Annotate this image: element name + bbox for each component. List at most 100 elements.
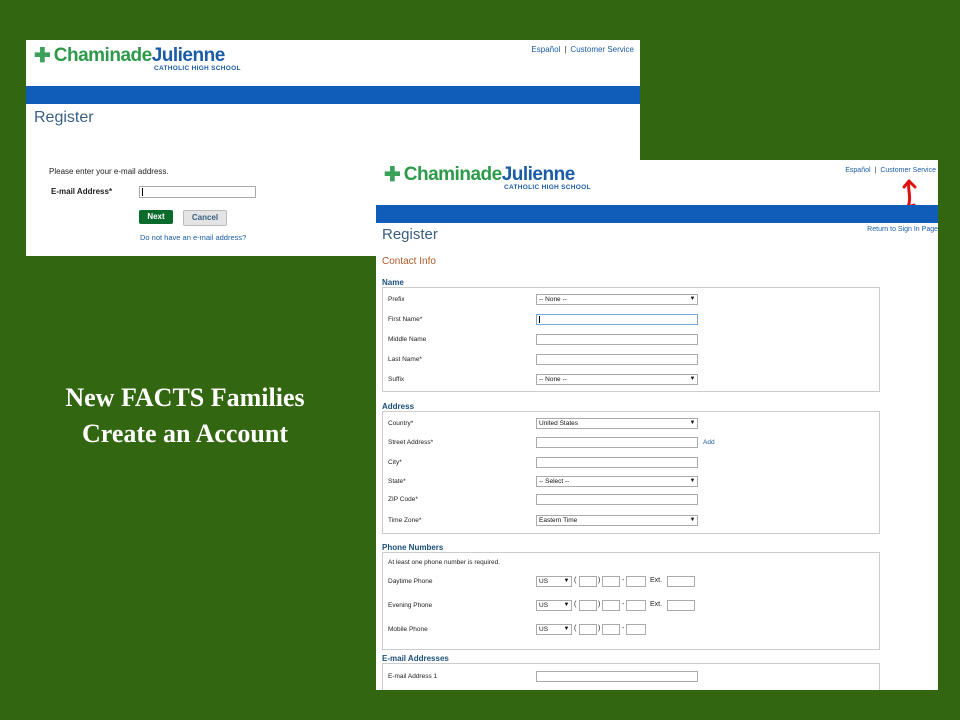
next-button[interactable]: Next xyxy=(139,210,173,224)
mobile-country-value: US xyxy=(539,626,549,633)
city-label: City* xyxy=(388,459,402,466)
country-label: Country* xyxy=(388,420,414,427)
daytime-ext-input[interactable] xyxy=(667,576,695,587)
page-title: Register xyxy=(34,109,94,126)
suffix-select[interactable]: -- None -- ▼ xyxy=(536,374,698,385)
email-input[interactable] xyxy=(139,186,256,198)
first-name-input[interactable] xyxy=(536,314,698,325)
caption-line-1: New FACTS Families xyxy=(65,383,305,412)
email-section-heading: E-mail Addresses xyxy=(382,654,449,663)
contact-info-heading: Contact Info xyxy=(382,256,436,267)
street-address-input[interactable] xyxy=(536,437,698,448)
email-address-1-label: E-mail Address 1 xyxy=(388,673,438,680)
email-label: E-mail Address* xyxy=(51,187,113,196)
dropdown-arrow-icon: ▼ xyxy=(689,296,696,302)
evening-area-code-input[interactable] xyxy=(579,600,597,611)
header-bar xyxy=(376,205,938,223)
suffix-value: -- None -- xyxy=(539,376,567,383)
area-code-close-paren: ) xyxy=(598,601,601,608)
dropdown-arrow-icon: ▼ xyxy=(689,478,696,484)
link-separator: | xyxy=(874,167,877,174)
cancel-button[interactable]: Cancel xyxy=(183,210,227,226)
evening-phone-label: Evening Phone xyxy=(388,602,433,609)
time-zone-label: Time Zone* xyxy=(388,517,422,524)
logo-cross-icon: ✚ xyxy=(384,164,401,186)
zip-code-label: ZIP Code* xyxy=(388,496,418,503)
evening-prefix-input[interactable] xyxy=(602,600,620,611)
logo-cross-icon: ✚ xyxy=(34,45,51,67)
mobile-country-select[interactable]: US ▼ xyxy=(536,624,572,635)
logo-name-part2: Julienne xyxy=(501,164,576,185)
last-name-input[interactable] xyxy=(536,354,698,365)
evening-country-select[interactable]: US ▼ xyxy=(536,600,572,611)
state-label: State* xyxy=(388,478,406,485)
state-value: -- Select -- xyxy=(539,478,570,485)
slide-caption: New FACTS Families Create an Account xyxy=(10,380,360,452)
address-section-heading: Address xyxy=(382,402,415,411)
text-cursor xyxy=(142,188,143,196)
text-cursor xyxy=(539,316,540,323)
phone-dash: - xyxy=(622,601,625,608)
add-address-line-link[interactable]: Add xyxy=(703,439,715,446)
dropdown-arrow-icon: ▼ xyxy=(563,602,570,608)
evening-ext-label: Ext. xyxy=(650,601,663,608)
street-address-label: Street Address* xyxy=(388,439,434,446)
mobile-prefix-input[interactable] xyxy=(602,624,620,635)
customer-service-link[interactable]: Customer Service xyxy=(880,167,936,174)
dropdown-arrow-icon: ▼ xyxy=(689,517,696,523)
dropdown-arrow-icon: ▼ xyxy=(689,376,696,382)
dropdown-arrow-icon: ▼ xyxy=(563,626,570,632)
country-select[interactable]: United States ▼ xyxy=(536,418,698,429)
prefix-select[interactable]: -- None -- ▼ xyxy=(536,294,698,305)
caption-line-2: Create an Account xyxy=(81,419,289,448)
area-code-open-paren: ( xyxy=(574,601,577,608)
logo-name-part1: Chaminade xyxy=(53,45,152,66)
state-select[interactable]: -- Select -- ▼ xyxy=(536,476,698,487)
dropdown-arrow-icon: ▼ xyxy=(563,578,570,584)
daytime-line-input[interactable] xyxy=(626,576,646,587)
top-links: Español | Customer Service xyxy=(531,45,634,54)
espanol-link[interactable]: Español xyxy=(531,45,560,54)
evening-line-input[interactable] xyxy=(626,600,646,611)
email-instruction: Please enter your e-mail address. xyxy=(49,167,169,176)
phone-section-heading: Phone Numbers xyxy=(382,543,444,552)
time-zone-select[interactable]: Eastern Time ▼ xyxy=(536,515,698,526)
page-title: Register xyxy=(382,226,438,243)
screenshot-contact-info: ✚ Chaminade Julienne CATHOLIC HIGH SCHOOL… xyxy=(376,160,938,690)
middle-name-input[interactable] xyxy=(536,334,698,345)
time-zone-value: Eastern Time xyxy=(539,517,578,524)
prefix-label: Prefix xyxy=(388,296,405,303)
header-bar xyxy=(26,86,640,104)
daytime-country-value: US xyxy=(539,578,549,585)
daytime-country-select[interactable]: US ▼ xyxy=(536,576,572,587)
logo-tagline: CATHOLIC HIGH SCHOOL xyxy=(154,65,241,72)
evening-country-value: US xyxy=(539,602,549,609)
suffix-label: Suffix xyxy=(388,376,405,383)
logo-name-part2: Julienne xyxy=(151,45,226,66)
email-address-1-input[interactable] xyxy=(536,671,698,682)
area-code-open-paren: ( xyxy=(574,577,577,584)
zip-code-input[interactable] xyxy=(536,494,698,505)
customer-service-link[interactable]: Customer Service xyxy=(570,45,634,54)
mobile-area-code-input[interactable] xyxy=(579,624,597,635)
area-code-open-paren: ( xyxy=(574,625,577,632)
no-email-link[interactable]: Do not have an e-mail address? xyxy=(140,233,246,242)
mobile-phone-label: Mobile Phone xyxy=(388,626,428,633)
return-to-sign-in-link[interactable]: Return to Sign In Page xyxy=(867,226,938,233)
city-input[interactable] xyxy=(536,457,698,468)
school-logo[interactable]: ✚ Chaminade Julienne CATHOLIC HIGH SCHOOL xyxy=(34,45,240,73)
middle-name-label: Middle Name xyxy=(388,336,427,343)
logo-tagline: CATHOLIC HIGH SCHOOL xyxy=(504,184,591,191)
prefix-value: -- None -- xyxy=(539,296,567,303)
daytime-phone-label: Daytime Phone xyxy=(388,578,433,585)
last-name-label: Last Name* xyxy=(388,356,422,363)
daytime-area-code-input[interactable] xyxy=(579,576,597,587)
daytime-prefix-input[interactable] xyxy=(602,576,620,587)
espanol-link[interactable]: Español xyxy=(845,167,870,174)
school-logo[interactable]: ✚ Chaminade Julienne CATHOLIC HIGH SCHOOL xyxy=(384,164,590,192)
mobile-line-input[interactable] xyxy=(626,624,646,635)
name-section-heading: Name xyxy=(382,278,404,287)
logo-name-part1: Chaminade xyxy=(403,164,502,185)
top-links: Español | Customer Service xyxy=(845,167,936,174)
evening-ext-input[interactable] xyxy=(667,600,695,611)
